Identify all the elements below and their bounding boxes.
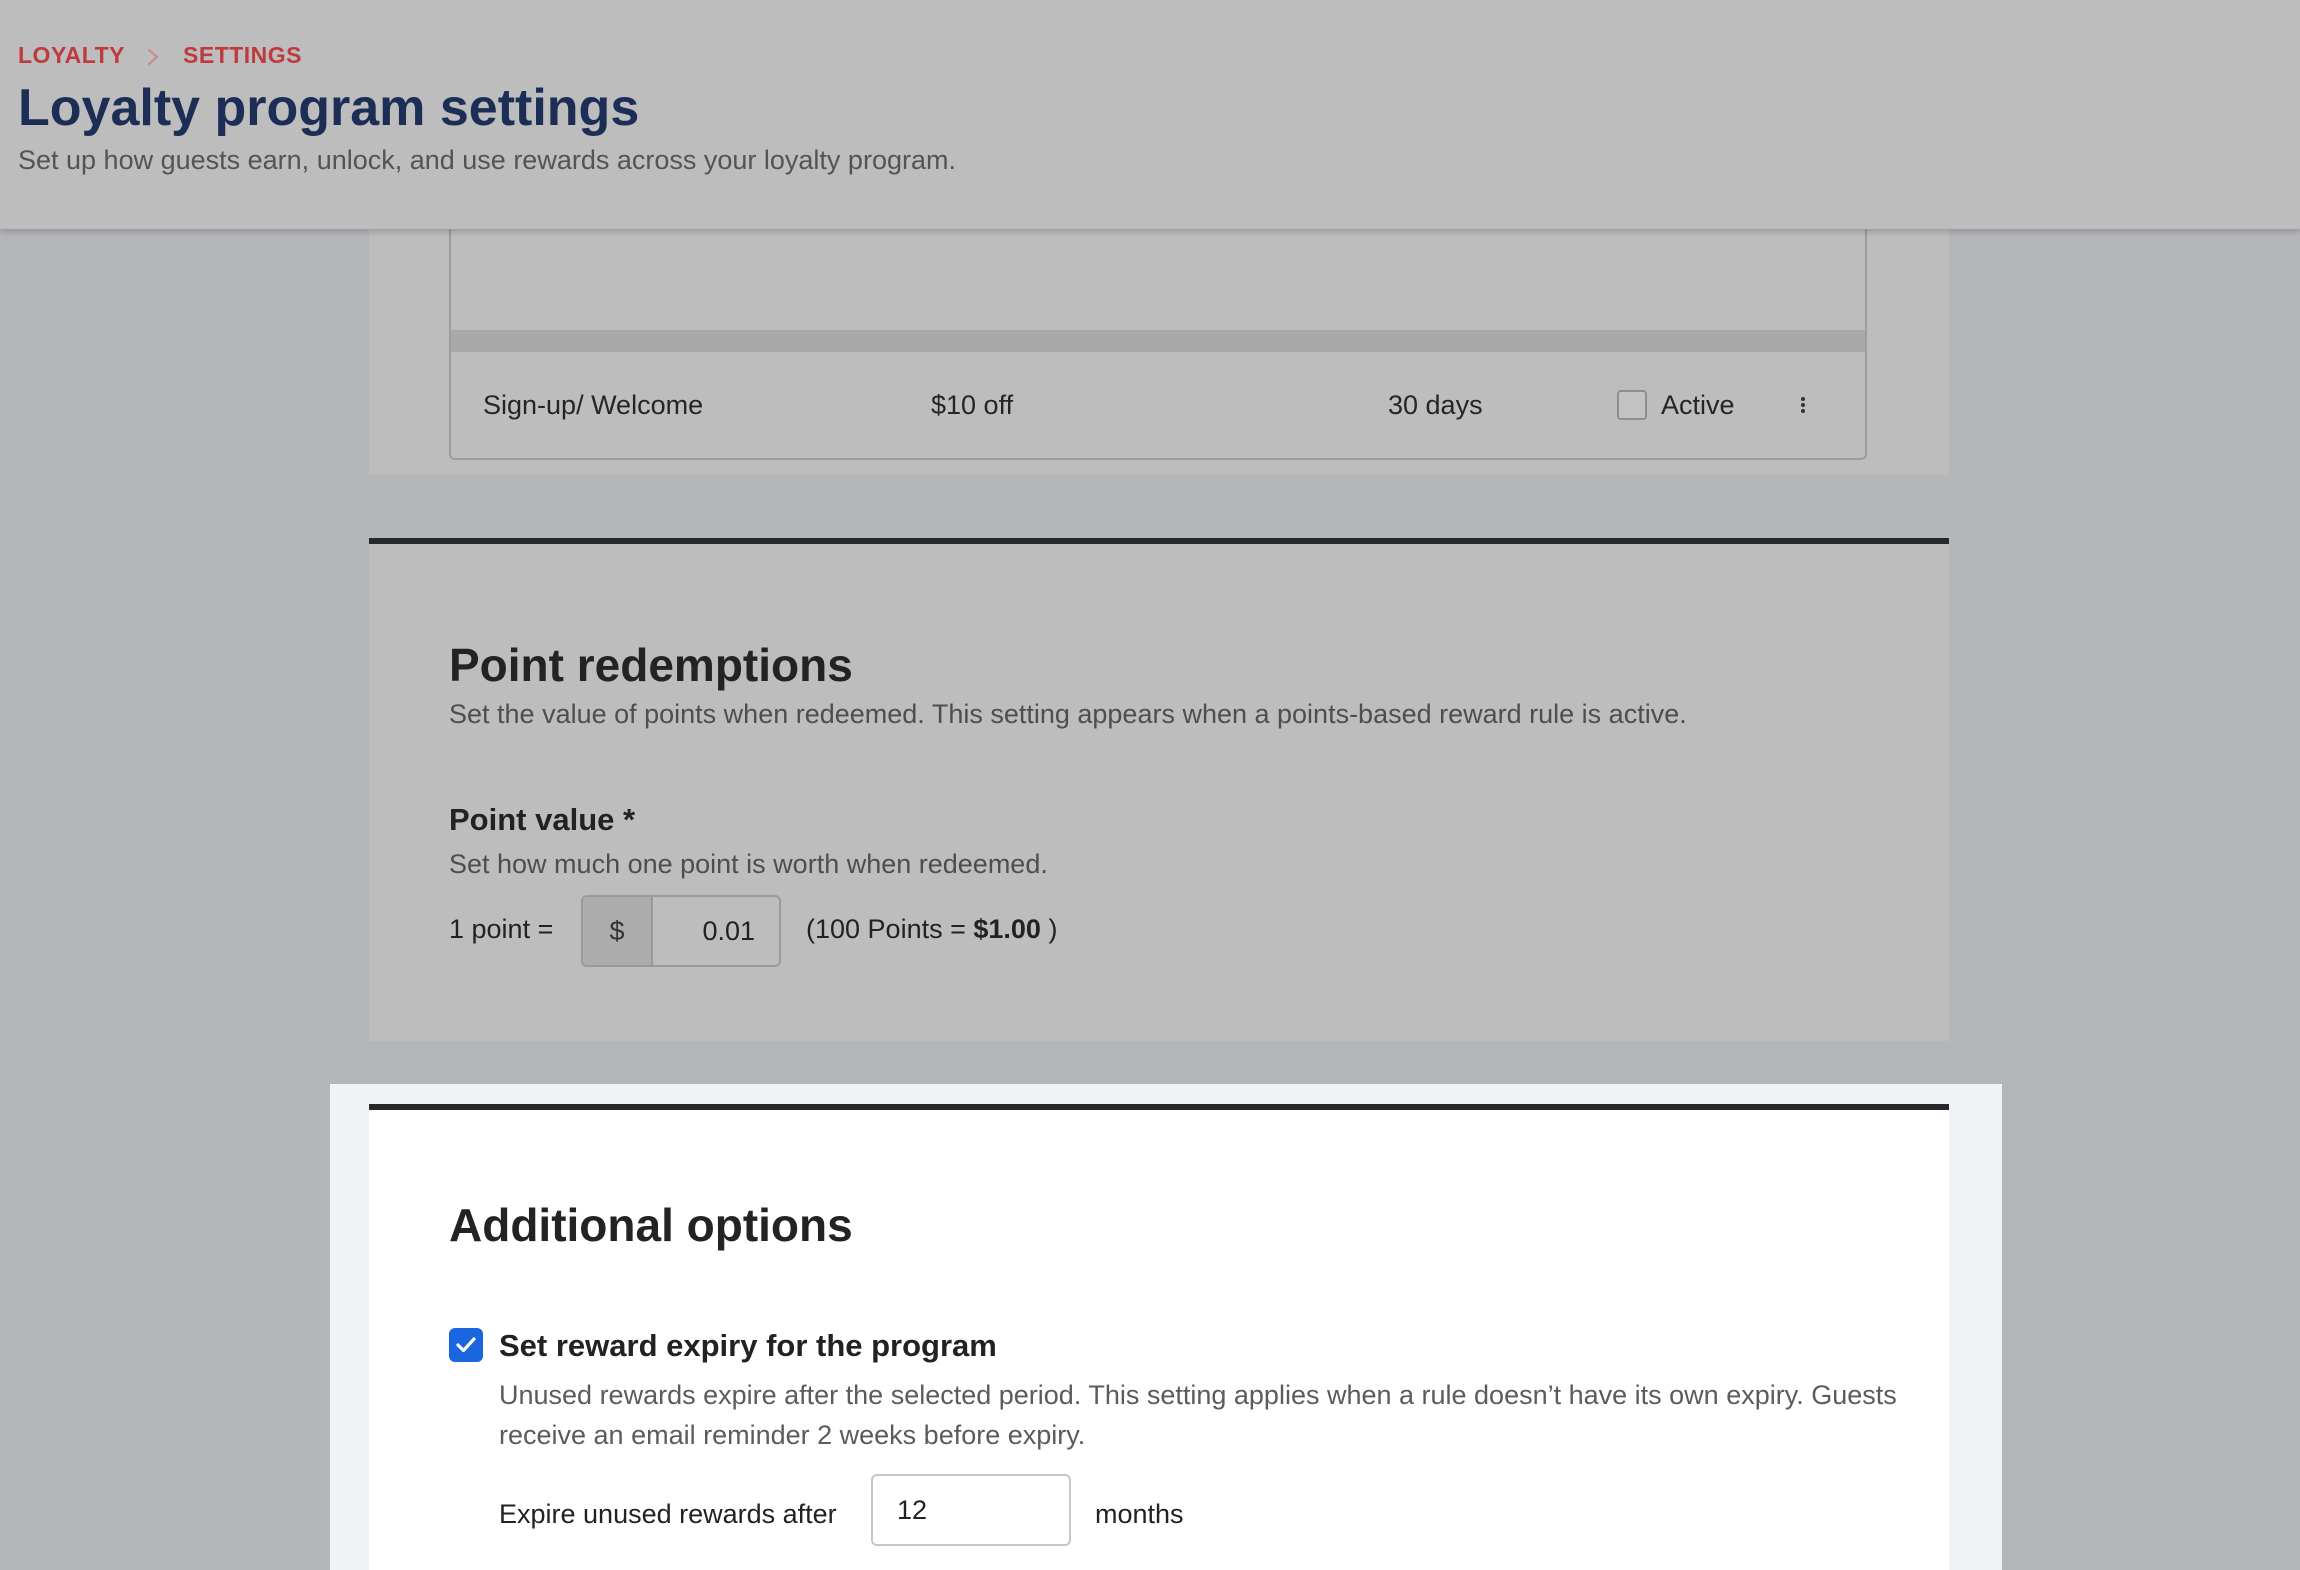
reward-expiry-checkbox[interactable] (449, 1328, 483, 1362)
additional-options-highlight: Additional options Set reward expiry for… (330, 1084, 2002, 1570)
chevron-right-icon (145, 46, 161, 66)
check-icon (456, 1337, 476, 1353)
active-checkbox[interactable] (1617, 390, 1647, 420)
equivalence-open: (100 Points = (806, 914, 974, 944)
breadcrumb-item-loyalty[interactable]: LOYALTY (18, 42, 125, 69)
additional-options-card: Additional options Set reward expiry for… (369, 1104, 1949, 1570)
page-subtitle: Set up how guests earn, unlock, and use … (18, 145, 956, 175)
more-vertical-icon[interactable] (1797, 392, 1809, 418)
reward-expiry-description: Unused rewards expire after the selected… (499, 1380, 1897, 1450)
reward-rules-table: Sign-up/ Welcome $10 off 30 days Active (449, 210, 1867, 460)
point-value-input[interactable]: $ 0.01 (581, 895, 781, 967)
breadcrumb: LOYALTY SETTINGS (18, 42, 302, 69)
equivalence-amount: $1.00 (973, 914, 1041, 944)
section-description: Set the value of points when redeemed. T… (449, 699, 1687, 729)
reward-expiry-label[interactable]: Set reward expiry for the program (499, 1328, 997, 1364)
point-value-help: Set how much one point is worth when red… (449, 849, 1048, 879)
expiry-months-input[interactable] (871, 1474, 1071, 1546)
rule-reward: $10 off (931, 390, 1014, 420)
section-title: Point redemptions (449, 639, 853, 691)
point-redemptions-card: Point redemptions Set the value of point… (369, 538, 1949, 1041)
expiry-unit-label: months (1095, 1499, 1184, 1529)
table-row: Sign-up/ Welcome $10 off 30 days Active (451, 352, 1865, 458)
rule-name: Sign-up/ Welcome (483, 390, 704, 420)
active-label: Active (1661, 390, 1735, 420)
expire-after-label: Expire unused rewards after (499, 1499, 837, 1529)
point-value-field[interactable]: 0.01 (653, 897, 779, 965)
rule-expiry: 30 days (1388, 390, 1483, 420)
point-equation-label: 1 point = (449, 914, 554, 944)
breadcrumb-item-settings[interactable]: SETTINGS (183, 42, 302, 69)
points-equivalence: (100 Points = $1.00 ) (806, 914, 1057, 945)
point-value-label: Point value * (449, 802, 636, 837)
equivalence-close: ) (1040, 914, 1058, 944)
table-header-strip (451, 330, 1865, 352)
section-title: Additional options (449, 1199, 853, 1251)
currency-prefix: $ (583, 897, 653, 965)
page-header: LOYALTY SETTINGS Loyalty program setting… (0, 0, 2300, 229)
page-title: Loyalty program settings (18, 79, 640, 137)
